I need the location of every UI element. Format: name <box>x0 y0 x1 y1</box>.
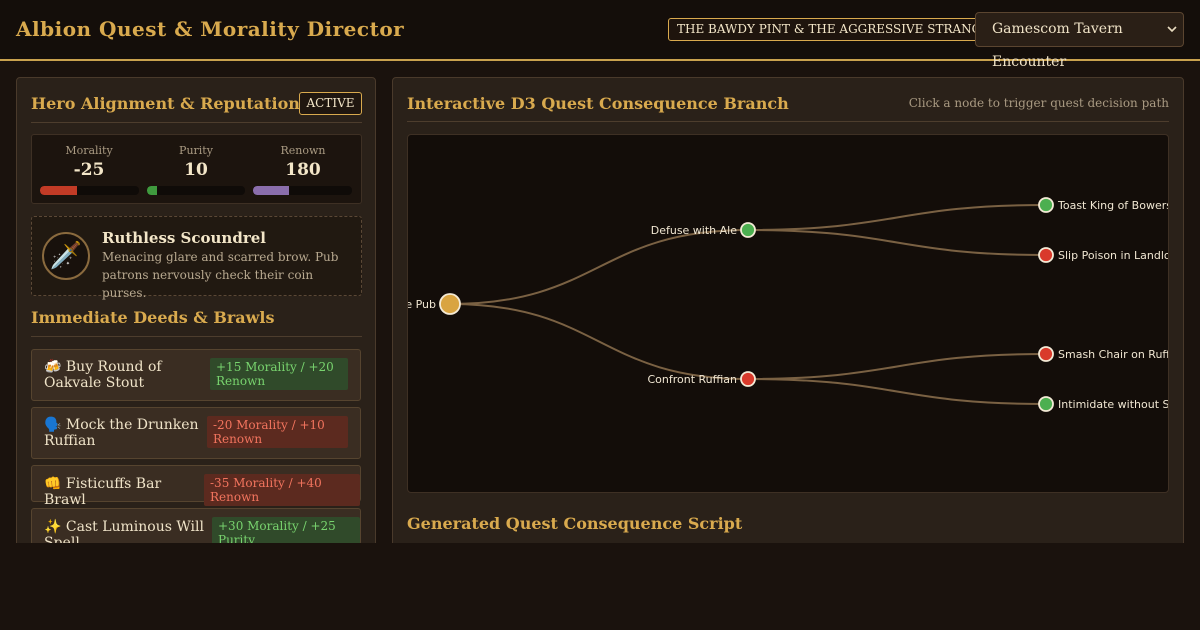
archetype-card: 🗡️ Ruthless Scoundrel Menacing glare and… <box>31 216 362 300</box>
tree-node-circle[interactable] <box>439 293 461 315</box>
tree-node-label: Intimidate without Striking <box>1058 398 1169 411</box>
encounter-select[interactable]: Gamescom Tavern Encounter <box>975 12 1184 70</box>
tree-link <box>747 378 1047 405</box>
deed-text: Mock the Drunken Ruffian <box>44 417 199 449</box>
tree-node-label: Smash Chair on Ruffian <box>1058 348 1169 361</box>
tree-node-circle[interactable] <box>740 371 756 387</box>
leaf-node[interactable]: Intimidate without Striking <box>1038 396 1169 412</box>
archetype-description: Menacing glare and scarred brow. Pub pat… <box>102 250 339 300</box>
root-node[interactable]: Enter the Pub <box>408 293 461 315</box>
script-heading: Generated Quest Consequence Script <box>407 514 743 533</box>
sparkles-icon: ✨ <box>44 519 62 535</box>
tree-node-circle[interactable] <box>1038 346 1054 362</box>
status-badge: ACTIVE <box>299 92 362 115</box>
scenario-badge: THE BAWDY PINT & THE AGGRESSIVE STRANGER <box>668 18 1009 41</box>
divider <box>31 122 362 123</box>
renown-bar <box>253 186 352 195</box>
deeds-heading: Immediate Deeds & Brawls <box>31 308 275 327</box>
tree-hint: Click a node to trigger quest decision p… <box>908 96 1169 110</box>
tree-node-circle[interactable] <box>1038 197 1054 213</box>
archetype-name: Ruthless Scoundrel <box>102 229 266 247</box>
renown-bar-fill <box>253 186 289 195</box>
tree-node-label: Enter the Pub <box>408 298 436 311</box>
divider <box>31 336 362 337</box>
tree-node-label: Confront Ruffian <box>647 373 737 386</box>
tree-link <box>449 229 749 305</box>
fist-icon: 👊 <box>44 476 62 492</box>
tree-link <box>747 353 1047 380</box>
quest-tree-canvas: Enter the Pub Defuse with Ale Toast King o… <box>407 134 1169 493</box>
beer-mugs-icon: 🍻 <box>44 359 62 375</box>
tree-node-circle[interactable] <box>1038 247 1054 263</box>
deed-text: Buy Round of Oakvale Stout <box>44 359 162 391</box>
stat-value: 180 <box>285 160 321 180</box>
speaking-head-icon: 🗣️ <box>44 417 62 433</box>
leaf-node[interactable]: Toast King of Bowerstone <box>1038 197 1169 213</box>
tree-node-label: Toast King of Bowerstone <box>1057 199 1169 212</box>
purity-bar <box>147 186 245 195</box>
morality-bar-fill <box>40 186 77 195</box>
deed-effect: -20 Morality / +10 Renown <box>207 416 348 448</box>
tree-node-label: Slip Poison in Landlord's Cup <box>1058 249 1169 262</box>
leaf-node[interactable]: Smash Chair on Ruffian <box>1038 346 1169 362</box>
dagger-icon: 🗡️ <box>42 232 90 280</box>
tree-node-circle[interactable] <box>1038 396 1054 412</box>
deed-text: Fisticuffs Bar Brawl <box>44 476 162 508</box>
deed-label: ✨ Cast Luminous Will Spell <box>44 519 219 543</box>
deed-buy-round[interactable]: 🍻 Buy Round of Oakvale Stout +15 Moralit… <box>31 349 361 401</box>
tree-node-circle[interactable] <box>740 222 756 238</box>
quest-branch-panel: Interactive D3 Quest Consequence Branch … <box>392 77 1184 543</box>
tree-link <box>449 303 749 380</box>
deed-mock-ruffian[interactable]: 🗣️ Mock the Drunken Ruffian -20 Morality… <box>31 407 361 459</box>
purity-bar-fill <box>147 186 157 195</box>
stat-value: 10 <box>184 160 208 180</box>
deed-text: Cast Luminous Will Spell <box>44 519 204 543</box>
stat-label: Purity <box>179 144 213 157</box>
morality-bar <box>40 186 139 195</box>
quest-branch-heading: Interactive D3 Quest Consequence Branch <box>407 94 789 113</box>
deed-label: 🍻 Buy Round of Oakvale Stout <box>44 359 204 391</box>
deed-label: 🗣️ Mock the Drunken Ruffian <box>44 417 204 449</box>
hero-alignment-heading: Hero Alignment & Reputation <box>31 94 300 113</box>
leaf-node[interactable]: Slip Poison in Landlord's Cup <box>1038 247 1169 263</box>
stat-value: -25 <box>73 160 105 180</box>
chevron-down-icon <box>1167 13 1177 60</box>
app-header: Albion Quest & Morality Director THE BAW… <box>0 0 1200 70</box>
deed-effect: +30 Morality / +25 Purity <box>212 517 360 543</box>
tree-link <box>747 204 1047 231</box>
stat-label: Renown <box>280 144 326 157</box>
deed-luminous-will[interactable]: ✨ Cast Luminous Will Spell +30 Morality … <box>31 508 361 543</box>
app-title: Albion Quest & Morality Director <box>16 17 405 41</box>
tree-node-label: Defuse with Ale <box>651 224 737 237</box>
deed-effect: -35 Morality / +40 Renown <box>204 474 360 506</box>
quest-tree-svg: Enter the Pub Defuse with Ale Toast King o… <box>408 197 1169 412</box>
deed-bar-brawl[interactable]: 👊 Fisticuffs Bar Brawl -35 Morality / +4… <box>31 465 361 508</box>
hero-alignment-panel: Hero Alignment & Reputation ACTIVE Moral… <box>16 77 376 543</box>
deed-label: 👊 Fisticuffs Bar Brawl <box>44 476 204 508</box>
main-content: Hero Alignment & Reputation ACTIVE Moral… <box>0 61 1200 543</box>
stats-box: Morality -25 Purity 10 Renown 180 <box>31 134 362 204</box>
stat-label: Morality <box>65 144 113 157</box>
tree-link <box>747 229 1047 256</box>
deed-effect: +15 Morality / +20 Renown <box>210 358 348 390</box>
divider <box>407 121 1169 122</box>
